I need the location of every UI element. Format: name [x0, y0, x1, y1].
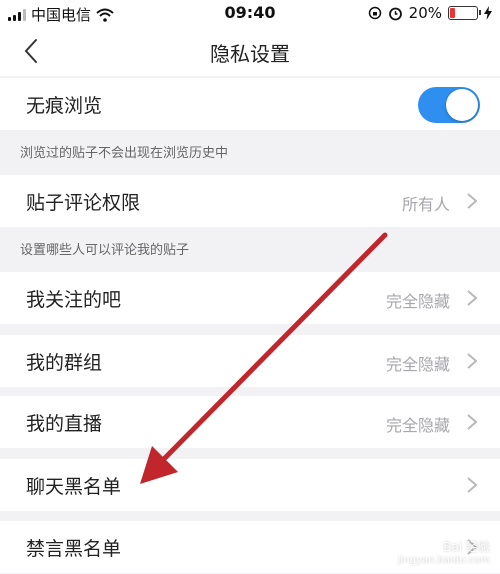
row-followed-bars[interactable]: 我关注的吧 完全隐藏: [0, 272, 500, 324]
comment-hint: 设置哪些人可以评论我的贴子: [20, 243, 190, 258]
nav-bar: 隐私设置: [0, 26, 500, 76]
chevron-right-icon: [467, 193, 478, 209]
chevron-right-icon: [467, 353, 478, 369]
row-label: 禁言黑名单: [26, 538, 122, 560]
battery-fill: [450, 8, 455, 18]
row-incognito-browsing[interactable]: 无痕浏览: [0, 78, 500, 130]
battery-percent: 20%: [408, 4, 442, 22]
incognito-hint: 浏览过的贴子不会出现在浏览历史中: [20, 146, 229, 161]
watermark: Bai 经验 jingyan.baidu.com: [398, 538, 490, 566]
row-label: 无痕浏览: [26, 95, 103, 117]
row-value: 完全隐藏: [385, 292, 450, 311]
alarm-icon: [388, 7, 402, 20]
row-label: 我的群组: [26, 352, 103, 374]
row-my-groups[interactable]: 我的群组 完全隐藏: [0, 335, 500, 387]
row-label: 我关注的吧: [26, 289, 122, 311]
chevron-right-icon: [467, 477, 478, 493]
row-chat-blacklist[interactable]: 聊天黑名单: [0, 459, 500, 511]
chevron-right-icon: [467, 414, 478, 430]
chevron-right-icon: [467, 290, 478, 306]
row-value: 所有人: [401, 195, 450, 214]
row-label: 贴子评论权限: [26, 192, 141, 214]
watermark-url: jingyan.baidu.com: [397, 555, 490, 566]
row-comment-permission[interactable]: 贴子评论权限 所有人: [0, 175, 500, 227]
watermark-brand: Bai 经验: [443, 540, 490, 554]
row-value: 完全隐藏: [385, 355, 450, 374]
row-label: 我的直播: [26, 413, 103, 435]
status-bar: 中国电信 09:40 20%: [0, 0, 500, 26]
toggle-knob: [446, 89, 478, 121]
status-right: 20%: [368, 4, 492, 22]
lock-rotation-icon: [368, 6, 381, 20]
row-label: 聊天黑名单: [26, 476, 122, 498]
row-value: 完全隐藏: [385, 416, 450, 435]
page-title: 隐私设置: [210, 42, 290, 66]
charging-icon: [484, 6, 492, 20]
battery-icon: [448, 6, 481, 20]
row-my-live[interactable]: 我的直播 完全隐藏: [0, 396, 500, 448]
incognito-toggle[interactable]: [418, 87, 480, 123]
